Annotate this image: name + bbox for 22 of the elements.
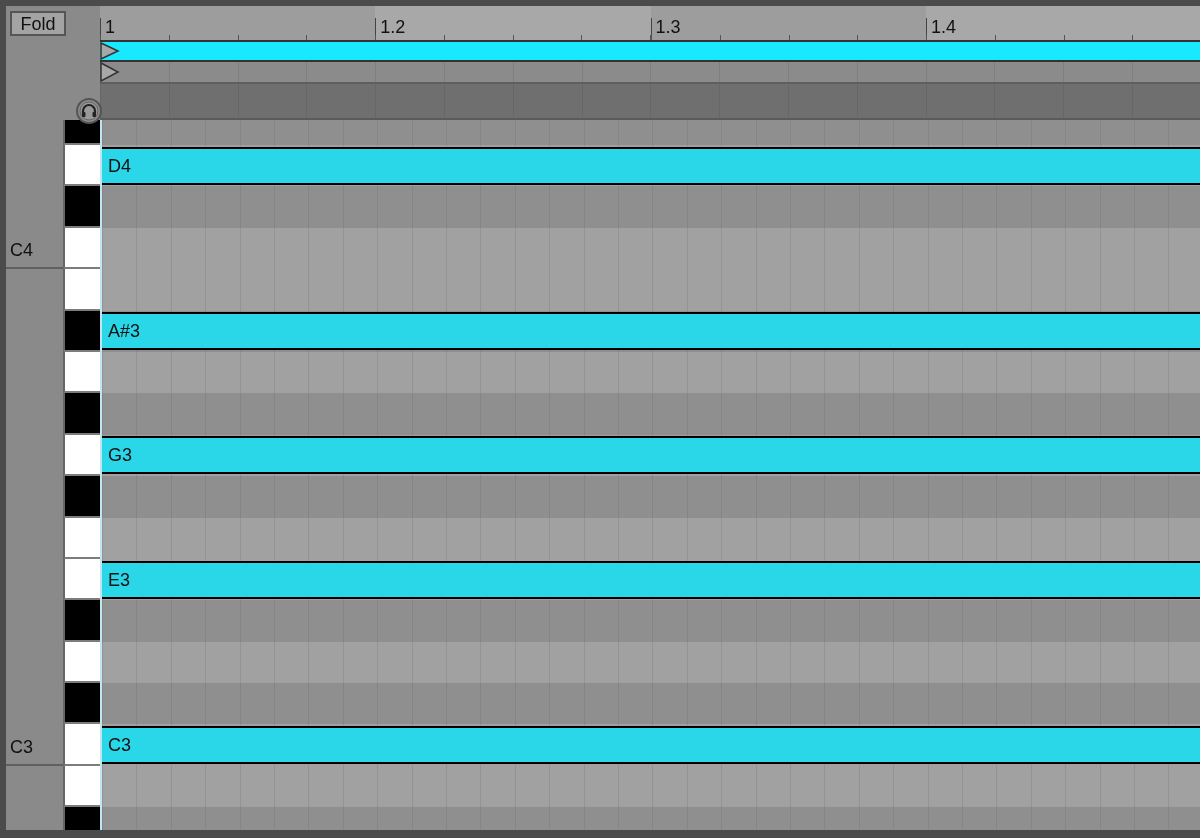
midi-note[interactable]: E3 [102,560,1200,599]
ruler-label: 1.4 [925,18,956,36]
ruler-label: 1.3 [650,18,681,36]
ruler-label: 1.2 [375,18,406,36]
start-marker-icon[interactable] [100,42,120,60]
piano-key[interactable] [63,641,100,684]
piano-key[interactable] [63,558,100,601]
piano-key[interactable] [63,434,100,477]
piano-key[interactable] [63,765,100,808]
piano-key[interactable] [63,351,100,394]
piano-key[interactable] [63,145,100,187]
midi-note[interactable]: A#3 [102,312,1200,351]
midi-note[interactable]: C3 [102,726,1200,765]
midi-note[interactable]: G3 [102,436,1200,475]
ruler-label: 1 [100,18,115,36]
fold-button[interactable]: Fold [10,11,66,36]
octave-label: C3 [10,737,33,756]
headphones-icon[interactable] [76,98,102,124]
loop-bar[interactable] [100,40,1200,62]
piano-key[interactable] [63,683,100,725]
midi-note[interactable]: D4 [102,146,1200,185]
octave-label: C4 [10,241,33,260]
